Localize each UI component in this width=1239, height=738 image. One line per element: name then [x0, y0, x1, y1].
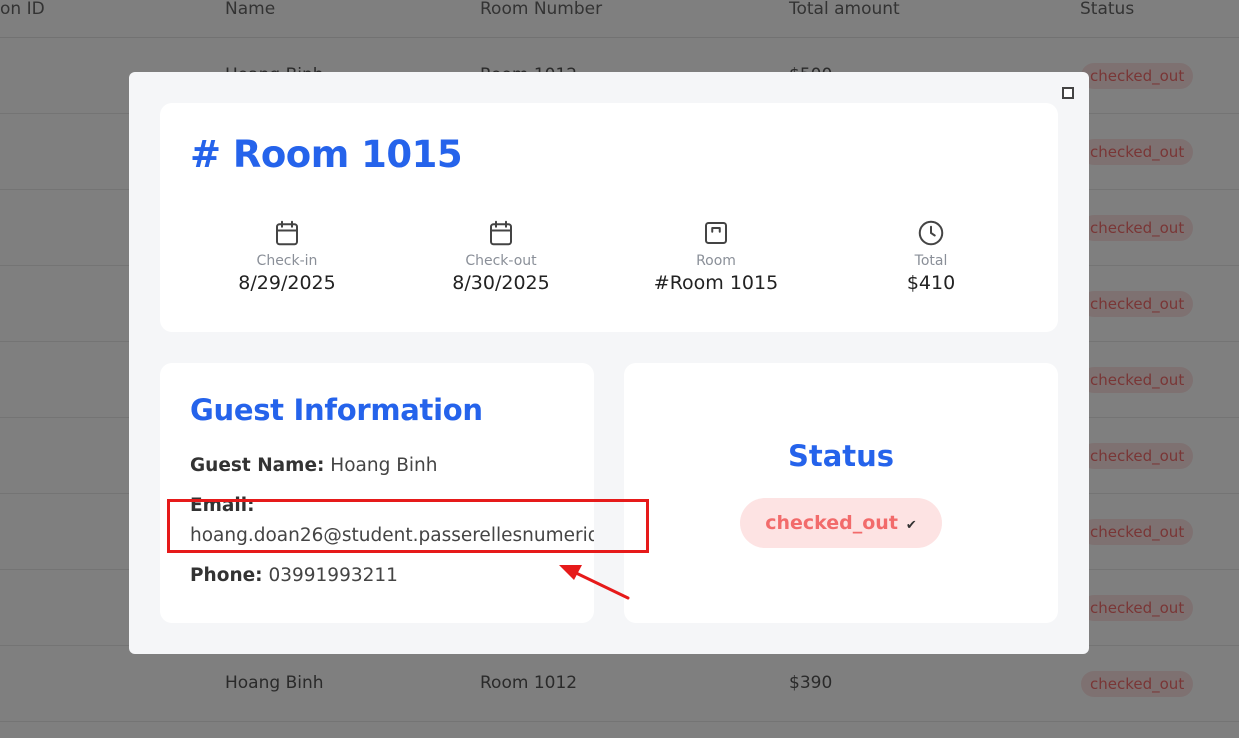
annotation-arrow-icon — [559, 565, 630, 600]
